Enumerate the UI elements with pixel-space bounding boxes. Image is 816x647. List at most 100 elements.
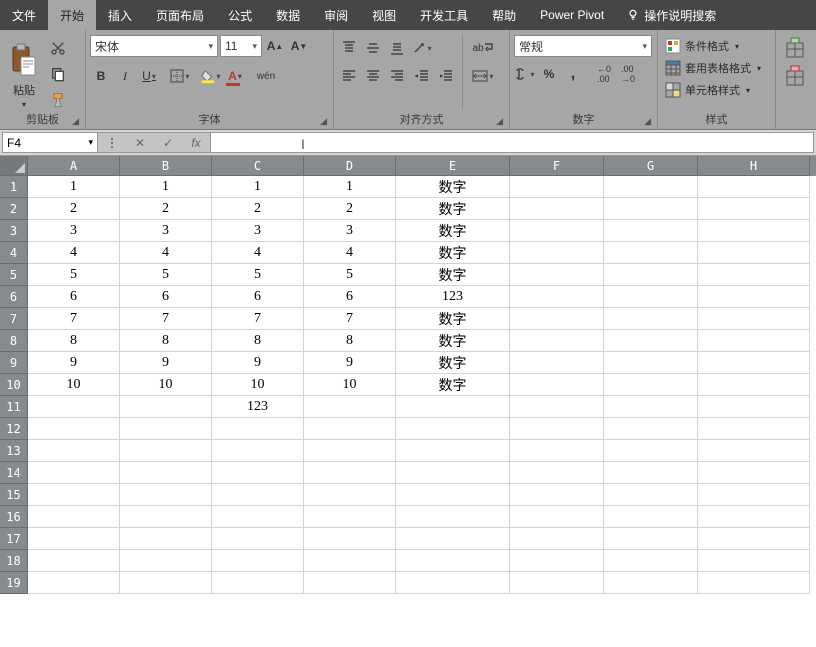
cell-D16[interactable] bbox=[304, 506, 396, 528]
cancel-formula-button[interactable]: ✕ bbox=[126, 136, 154, 150]
cell-H17[interactable] bbox=[698, 528, 810, 550]
cell-C8[interactable]: 8 bbox=[212, 330, 304, 352]
cell-G16[interactable] bbox=[604, 506, 698, 528]
cell-B8[interactable]: 8 bbox=[120, 330, 212, 352]
cell-G15[interactable] bbox=[604, 484, 698, 506]
cell-A9[interactable]: 9 bbox=[28, 352, 120, 374]
cell-D14[interactable] bbox=[304, 462, 396, 484]
comma-style-button[interactable]: , bbox=[562, 63, 584, 85]
cell-H16[interactable] bbox=[698, 506, 810, 528]
number-expand-icon[interactable]: ◢ bbox=[644, 116, 651, 127]
column-header-E[interactable]: E bbox=[396, 156, 510, 176]
cell-B11[interactable] bbox=[120, 396, 212, 418]
cell-A11[interactable] bbox=[28, 396, 120, 418]
conditional-format-button[interactable]: 条件格式▾ bbox=[662, 35, 771, 57]
cell-G9[interactable] bbox=[604, 352, 698, 374]
cell-C7[interactable]: 7 bbox=[212, 308, 304, 330]
align-left-button[interactable] bbox=[338, 65, 360, 87]
cell-A6[interactable]: 6 bbox=[28, 286, 120, 308]
cell-B1[interactable]: 1 bbox=[120, 176, 212, 198]
cell-B6[interactable]: 6 bbox=[120, 286, 212, 308]
cell-E2[interactable]: 数字 bbox=[396, 198, 510, 220]
cell-H9[interactable] bbox=[698, 352, 810, 374]
cell-H6[interactable] bbox=[698, 286, 810, 308]
cell-D17[interactable] bbox=[304, 528, 396, 550]
row-header-6[interactable]: 6 bbox=[0, 286, 28, 308]
format-painter-button[interactable] bbox=[47, 89, 69, 111]
cell-G7[interactable] bbox=[604, 308, 698, 330]
align-expand-icon[interactable]: ◢ bbox=[496, 116, 503, 127]
row-header-4[interactable]: 4 bbox=[0, 242, 28, 264]
cell-F11[interactable] bbox=[510, 396, 604, 418]
cell-H14[interactable] bbox=[698, 462, 810, 484]
border-button[interactable] bbox=[169, 65, 191, 87]
cell-G8[interactable] bbox=[604, 330, 698, 352]
italic-button[interactable]: I bbox=[114, 65, 136, 87]
cell-E14[interactable] bbox=[396, 462, 510, 484]
font-size-combo[interactable]: 11▾ bbox=[220, 35, 262, 57]
cell-D18[interactable] bbox=[304, 550, 396, 572]
cell-E4[interactable]: 数字 bbox=[396, 242, 510, 264]
cell-F13[interactable] bbox=[510, 440, 604, 462]
cell-C1[interactable]: 1 bbox=[212, 176, 304, 198]
cell-F4[interactable] bbox=[510, 242, 604, 264]
cell-H2[interactable] bbox=[698, 198, 810, 220]
font-expand-icon[interactable]: ◢ bbox=[320, 116, 327, 127]
cell-A13[interactable] bbox=[28, 440, 120, 462]
column-header-B[interactable]: B bbox=[120, 156, 212, 176]
align-middle-button[interactable] bbox=[362, 37, 384, 59]
cell-F3[interactable] bbox=[510, 220, 604, 242]
paste-button[interactable]: 粘贴 ▾ bbox=[4, 33, 44, 111]
tab-view[interactable]: 视图 bbox=[360, 0, 408, 30]
cell-E15[interactable] bbox=[396, 484, 510, 506]
cell-F19[interactable] bbox=[510, 572, 604, 594]
cell-D3[interactable]: 3 bbox=[304, 220, 396, 242]
cell-E5[interactable]: 数字 bbox=[396, 264, 510, 286]
copy-button[interactable] bbox=[47, 63, 69, 85]
cell-H5[interactable] bbox=[698, 264, 810, 286]
cell-H12[interactable] bbox=[698, 418, 810, 440]
tab-formulas[interactable]: 公式 bbox=[216, 0, 264, 30]
cell-D9[interactable]: 9 bbox=[304, 352, 396, 374]
grow-font-button[interactable]: A▲ bbox=[264, 35, 286, 57]
name-box[interactable]: F4▾ bbox=[2, 132, 98, 153]
decrease-indent-button[interactable] bbox=[411, 65, 433, 87]
row-header-14[interactable]: 14 bbox=[0, 462, 28, 484]
fill-color-button[interactable] bbox=[200, 65, 222, 87]
font-name-combo[interactable]: 宋体▾ bbox=[90, 35, 218, 57]
cell-G6[interactable] bbox=[604, 286, 698, 308]
cell-D6[interactable]: 6 bbox=[304, 286, 396, 308]
cell-B2[interactable]: 2 bbox=[120, 198, 212, 220]
cell-G13[interactable] bbox=[604, 440, 698, 462]
cell-styles-button[interactable]: 单元格样式▾ bbox=[662, 79, 771, 101]
cell-C14[interactable] bbox=[212, 462, 304, 484]
cell-C15[interactable] bbox=[212, 484, 304, 506]
row-header-13[interactable]: 13 bbox=[0, 440, 28, 462]
tab-review[interactable]: 审阅 bbox=[312, 0, 360, 30]
tab-insert[interactable]: 插入 bbox=[96, 0, 144, 30]
cell-F7[interactable] bbox=[510, 308, 604, 330]
cell-F5[interactable] bbox=[510, 264, 604, 286]
column-header-C[interactable]: C bbox=[212, 156, 304, 176]
cell-H7[interactable] bbox=[698, 308, 810, 330]
row-header-18[interactable]: 18 bbox=[0, 550, 28, 572]
tab-home[interactable]: 开始 bbox=[48, 0, 96, 30]
column-header-A[interactable]: A bbox=[28, 156, 120, 176]
cell-C18[interactable] bbox=[212, 550, 304, 572]
column-header-G[interactable]: G bbox=[604, 156, 698, 176]
phonetic-guide-button[interactable]: wén bbox=[255, 65, 277, 87]
cell-E10[interactable]: 数字 bbox=[396, 374, 510, 396]
cell-E3[interactable]: 数字 bbox=[396, 220, 510, 242]
cell-E9[interactable]: 数字 bbox=[396, 352, 510, 374]
shrink-font-button[interactable]: A▼ bbox=[288, 35, 310, 57]
cell-H8[interactable] bbox=[698, 330, 810, 352]
format-as-table-button[interactable]: 套用表格格式▾ bbox=[662, 57, 771, 79]
cell-F15[interactable] bbox=[510, 484, 604, 506]
cell-F9[interactable] bbox=[510, 352, 604, 374]
cell-D15[interactable] bbox=[304, 484, 396, 506]
cell-A4[interactable]: 4 bbox=[28, 242, 120, 264]
align-bottom-button[interactable] bbox=[386, 37, 408, 59]
cell-C2[interactable]: 2 bbox=[212, 198, 304, 220]
wrap-text-button[interactable]: ab bbox=[468, 37, 498, 59]
clipboard-expand-icon[interactable]: ◢ bbox=[72, 116, 79, 127]
